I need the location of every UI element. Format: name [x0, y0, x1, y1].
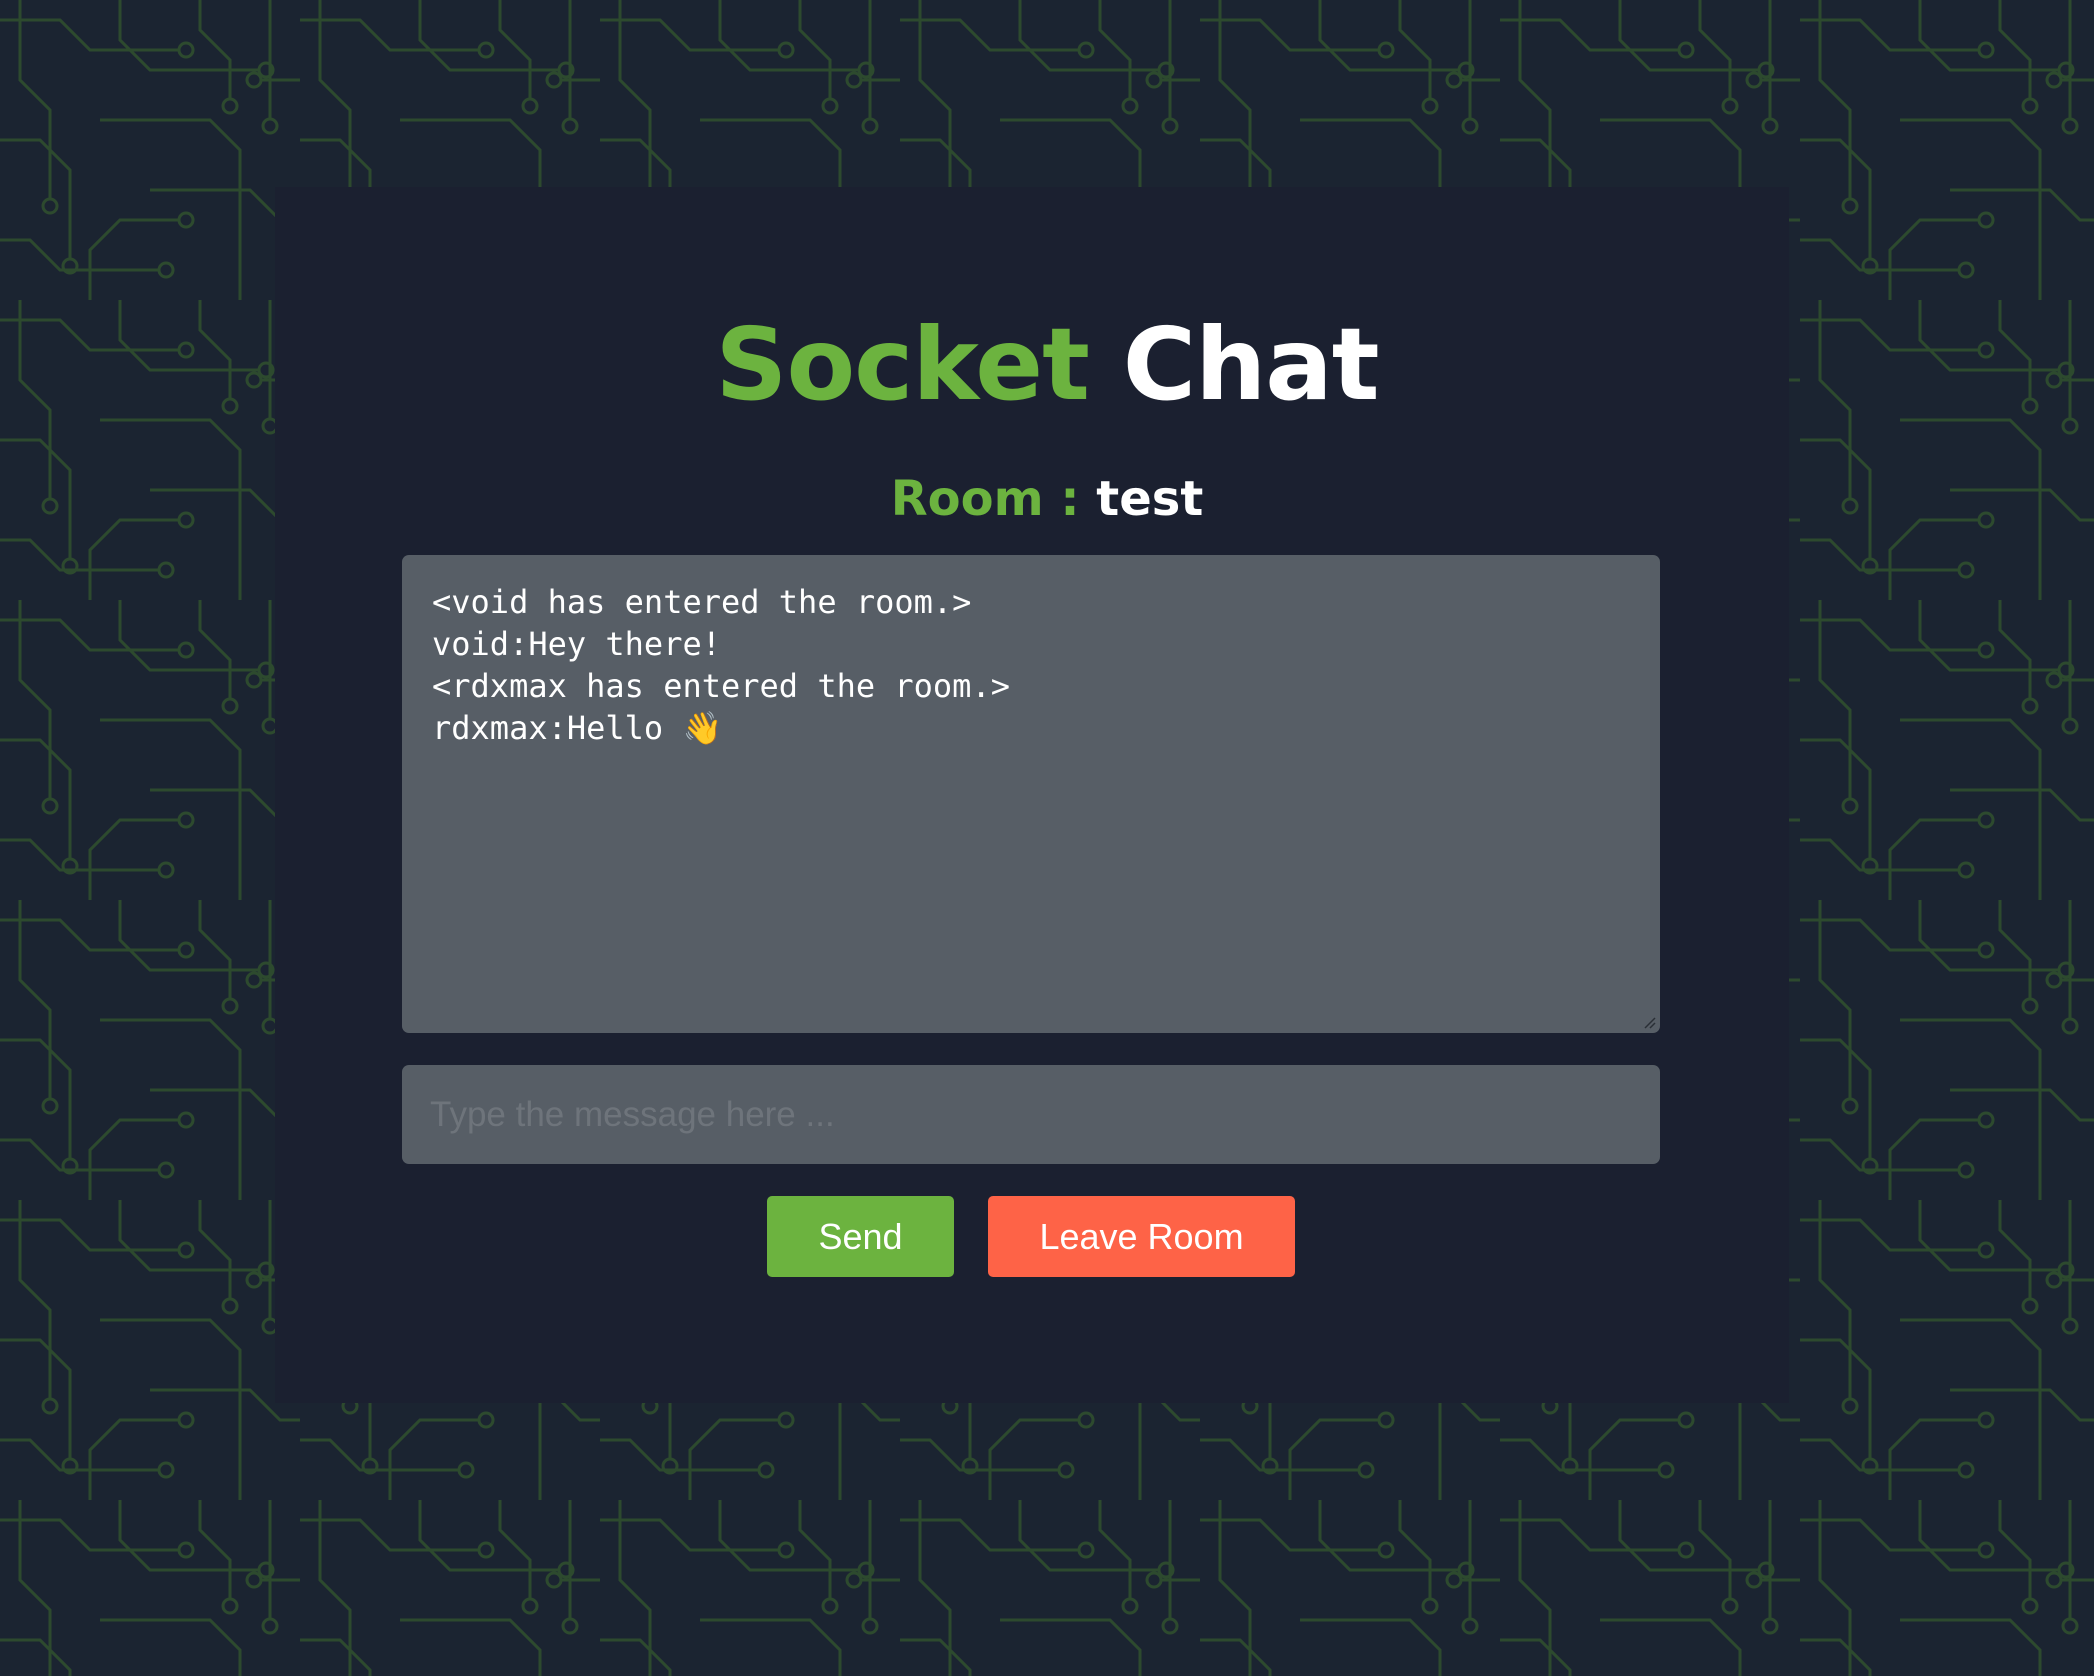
- app-title-accent: Socket: [715, 306, 1089, 423]
- room-heading: Room : test: [0, 467, 2094, 531]
- chat-message: <rdxmax has entered the room.>: [432, 667, 1010, 705]
- room-label: Room :: [890, 471, 1080, 527]
- resize-handle-icon[interactable]: [1642, 1015, 1656, 1029]
- app-title: Socket Chat: [0, 305, 2094, 425]
- send-button[interactable]: Send: [767, 1196, 954, 1277]
- chat-log-textarea[interactable]: <void has entered the room.> void:Hey th…: [402, 555, 1660, 1033]
- app-title-rest: Chat: [1122, 306, 1380, 423]
- chat-message: rdxmax:Hello 👋: [432, 709, 723, 747]
- chat-message: <void has entered the room.>: [432, 583, 972, 621]
- room-name: test: [1096, 471, 1204, 527]
- message-input[interactable]: [402, 1065, 1660, 1164]
- chat-message: void:Hey there!: [432, 625, 721, 663]
- leave-room-button[interactable]: Leave Room: [988, 1196, 1295, 1277]
